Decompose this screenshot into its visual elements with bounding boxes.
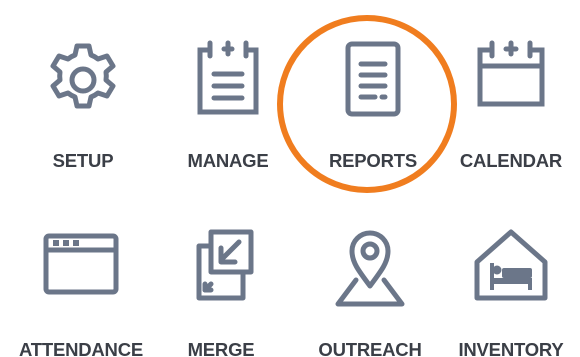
reports-label: REPORTS [328,150,418,171]
inventory-tile[interactable]: INVENTORY [446,226,576,357]
inventory-label: INVENTORY [458,339,564,357]
clipboard-list-icon [188,40,268,120]
reports-tile[interactable]: REPORTS [308,40,438,180]
calendar-label: CALENDAR [459,150,563,171]
outreach-tile[interactable]: OUTREACH [305,224,435,357]
calendar-icon [470,40,552,120]
setup-tile[interactable]: SETUP [18,40,148,180]
setup-label: SETUP [52,150,114,171]
house-bed-icon [469,226,553,302]
attendance-label: ATTENDANCE [18,339,144,357]
map-pin-icon [328,224,412,308]
document-icon [333,40,413,120]
browser-window-icon [41,228,121,298]
outreach-label: OUTREACH [318,339,422,357]
merge-label: MERGE [187,339,255,357]
attendance-tile[interactable]: ATTENDANCE [16,228,146,357]
manage-label: MANAGE [187,150,269,171]
merge-tile[interactable]: MERGE [156,228,286,357]
gear-icon [43,40,123,120]
app-menu-grid: SETUP MANAGE REPORTS CALENDAR ATTENDANCE… [0,0,580,357]
merge-arrow-icon [181,228,261,304]
manage-tile[interactable]: MANAGE [163,40,293,180]
calendar-tile[interactable]: CALENDAR [446,40,576,180]
